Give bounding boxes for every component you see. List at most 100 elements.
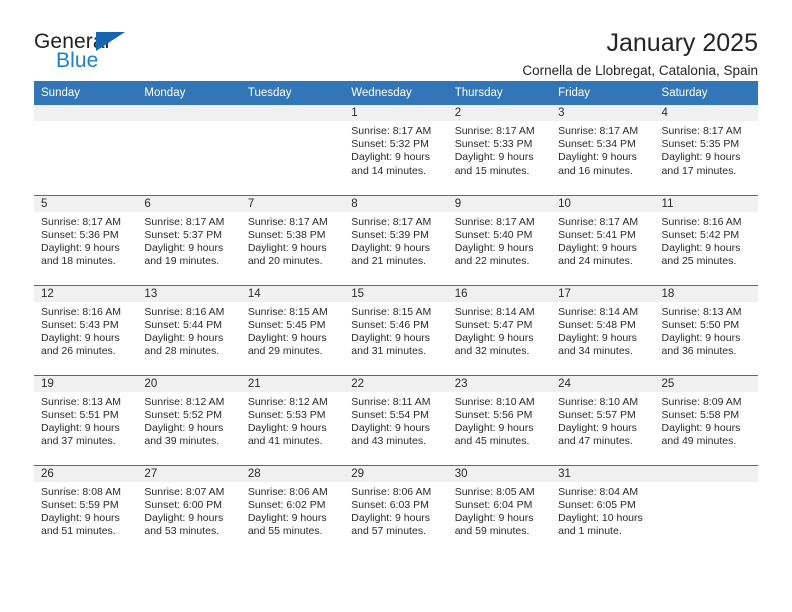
daylight-text-line2: and 55 minutes. (247, 525, 323, 538)
daylight-text-line2: and 34 minutes. (558, 345, 633, 358)
sunrise-text: Sunrise: 8:17 AM (558, 215, 639, 228)
day-cell-inner (654, 465, 758, 556)
calendar-day-cell[interactable]: 20 Sunrise: 8:12 AM Sunset: 5:52 PM Dayligh… (137, 374, 241, 465)
day-details: Sunrise: 8:17 AM Sunset: 5:35 PM Daylight:… (655, 121, 758, 178)
sunrise-text: Sunrise: 8:10 AM (454, 395, 535, 408)
daylight-text-line1: Daylight: 9 hours (41, 511, 120, 524)
sunrise-text: Sunrise: 8:17 AM (351, 215, 432, 228)
daylight-text-line1: Daylight: 9 hours (454, 511, 534, 524)
calendar-day-cell[interactable]: 10 Sunrise: 8:17 AM Sunset: 5:41 PM Dayligh… (551, 194, 655, 285)
calendar-day-cell[interactable]: 18 Sunrise: 8:13 AM Sunset: 5:50 PM Dayligh… (654, 284, 758, 375)
sunrise-text: Sunrise: 8:11 AM (351, 395, 431, 408)
day-number: 29 (344, 465, 448, 482)
sunset-text: Sunset: 5:58 PM (661, 408, 740, 421)
daylight-text-line2: and 15 minutes. (454, 164, 530, 177)
calendar-day-cell[interactable]: 24 Sunrise: 8:10 AM Sunset: 5:57 PM Dayligh… (551, 374, 655, 465)
calendar-day-cell[interactable]: 25 Sunrise: 8:09 AM Sunset: 5:58 PM Dayligh… (654, 374, 758, 465)
sunrise-text: Sunrise: 8:17 AM (454, 125, 535, 137)
day-cell-inner (240, 105, 345, 195)
day-details: Sunrise: 8:17 AM Sunset: 5:34 PM Daylight:… (551, 121, 654, 178)
sunrise-text: Sunrise: 8:09 AM (661, 395, 742, 408)
sunrise-text: Sunrise: 8:17 AM (247, 215, 328, 228)
daylight-text-line1: Daylight: 10 hours (558, 511, 643, 524)
calendar-day-cell[interactable]: 27 Sunrise: 8:07 AM Sunset: 6:00 PM Dayligh… (137, 464, 241, 555)
day-details: Sunrise: 8:17 AM Sunset: 5:40 PM Daylight:… (448, 212, 551, 269)
calendar-day-cell[interactable]: 23 Sunrise: 8:10 AM Sunset: 5:56 PM Dayligh… (447, 374, 552, 465)
calendar-day-cell[interactable]: 4 Sunrise: 8:17 AM Sunset: 5:35 PM Daylight… (654, 105, 758, 195)
calendar-day-cell[interactable]: 16 Sunrise: 8:14 AM Sunset: 5:47 PM Dayligh… (447, 284, 552, 375)
sunrise-text: Sunrise: 8:13 AM (661, 305, 742, 318)
calendar-day-cell[interactable]: 1 Sunrise: 8:17 AM Sunset: 5:32 PM Daylight… (344, 105, 448, 195)
daylight-text-line1: Daylight: 9 hours (351, 151, 431, 164)
sunset-text: Sunset: 5:59 PM (41, 498, 119, 511)
calendar-day-cell[interactable]: 3 Sunrise: 8:17 AM Sunset: 5:34 PM Daylight… (551, 105, 655, 195)
day-details: Sunrise: 8:07 AM Sunset: 6:00 PM Daylight:… (137, 482, 240, 539)
sunset-text: Sunset: 5:38 PM (247, 228, 326, 241)
calendar-day-cell[interactable]: 5 Sunrise: 8:17 AM Sunset: 5:36 PM Daylight… (34, 194, 138, 285)
daylight-text-line1: Daylight: 9 hours (351, 331, 431, 344)
day-details: Sunrise: 8:17 AM Sunset: 5:41 PM Daylight:… (551, 212, 654, 269)
sunrise-text: Sunrise: 8:06 AM (247, 485, 328, 498)
calendar-day-cell[interactable]: 15 Sunrise: 8:15 AM Sunset: 5:46 PM Dayligh… (344, 284, 448, 375)
calendar-day-cell[interactable]: 30 Sunrise: 8:05 AM Sunset: 6:04 PM Dayligh… (447, 464, 552, 555)
brand-logo[interactable]: General Blue (34, 28, 154, 80)
daylight-text-line2: and 14 minutes. (351, 164, 426, 177)
daylight-text-line2: and 57 minutes. (351, 525, 426, 538)
day-details: Sunrise: 8:10 AM Sunset: 5:57 PM Daylight:… (551, 392, 654, 449)
calendar-day-cell[interactable]: 29 Sunrise: 8:06 AM Sunset: 6:03 PM Dayligh… (344, 464, 448, 556)
sunrise-text: Sunrise: 8:07 AM (144, 485, 225, 498)
calendar-week-row: 1 Sunrise: 8:17 AM Sunset: 5:32 PM Daylight… (34, 105, 758, 195)
day-number: 9 (447, 195, 552, 212)
sunrise-text: Sunrise: 8:17 AM (41, 215, 121, 228)
day-cell-inner: 17 Sunrise: 8:14 AM Sunset: 5:48 PM Dayligh… (551, 285, 655, 375)
day-cell-inner: 31 Sunrise: 8:04 AM Sunset: 6:05 PM Dayligh… (551, 465, 655, 556)
daylight-text-line2: and 28 minutes. (144, 345, 220, 358)
day-number (137, 105, 241, 121)
sunset-text: Sunset: 5:51 PM (41, 408, 119, 421)
calendar-day-cell[interactable]: 17 Sunrise: 8:14 AM Sunset: 5:48 PM Dayligh… (551, 284, 655, 375)
calendar-day-cell[interactable]: 7 Sunrise: 8:17 AM Sunset: 5:38 PM Daylight… (240, 194, 345, 285)
sunset-text: Sunset: 5:50 PM (661, 318, 740, 331)
daylight-text-line1: Daylight: 9 hours (247, 511, 327, 524)
day-number: 16 (447, 285, 552, 302)
daylight-text-line1: Daylight: 9 hours (454, 241, 534, 254)
day-details: Sunrise: 8:11 AM Sunset: 5:54 PM Daylight:… (344, 392, 447, 449)
calendar-day-cell[interactable]: 21 Sunrise: 8:12 AM Sunset: 5:53 PM Dayligh… (240, 374, 345, 465)
calendar-day-cell[interactable]: 22 Sunrise: 8:11 AM Sunset: 5:54 PM Dayligh… (344, 374, 448, 465)
daylight-text-line2: and 37 minutes. (41, 435, 116, 448)
sunrise-text: Sunrise: 8:17 AM (144, 215, 225, 228)
daylight-text-line2: and 19 minutes. (144, 255, 220, 268)
weekday-header-tuesday: Tuesday (240, 81, 345, 105)
daylight-text-line1: Daylight: 9 hours (41, 241, 120, 254)
daylight-text-line2: and 21 minutes. (351, 255, 426, 268)
calendar-day-cell[interactable]: 31 Sunrise: 8:04 AM Sunset: 6:05 PM Dayligh… (551, 464, 655, 556)
calendar-day-cell[interactable]: 11 Sunrise: 8:16 AM Sunset: 5:42 PM Dayligh… (654, 194, 758, 285)
calendar-day-cell[interactable]: 19 Sunrise: 8:13 AM Sunset: 5:51 PM Dayligh… (34, 374, 138, 465)
sunset-text: Sunset: 5:37 PM (144, 228, 223, 241)
calendar-day-cell[interactable]: 13 Sunrise: 8:16 AM Sunset: 5:44 PM Dayligh… (137, 284, 241, 375)
calendar-day-cell[interactable]: 2 Sunrise: 8:17 AM Sunset: 5:33 PM Daylight… (447, 105, 552, 195)
calendar-day-cell[interactable]: 6 Sunrise: 8:17 AM Sunset: 5:37 PM Daylight… (137, 194, 241, 285)
calendar-day-cell[interactable]: 26 Sunrise: 8:08 AM Sunset: 5:59 PM Dayligh… (34, 464, 138, 555)
calendar-day-cell[interactable]: 14 Sunrise: 8:15 AM Sunset: 5:45 PM Dayligh… (240, 284, 345, 375)
calendar-header-row: Sunday Monday Tuesday Wednesday Thursday Frid… (34, 81, 758, 105)
day-details: Sunrise: 8:06 AM Sunset: 6:03 PM Daylight:… (344, 482, 447, 539)
calendar-day-cell[interactable]: 12 Sunrise: 8:16 AM Sunset: 5:43 PM Dayligh… (34, 284, 138, 375)
day-number (34, 105, 138, 121)
day-number: 12 (34, 285, 138, 302)
day-cell-inner: 29 Sunrise: 8:06 AM Sunset: 6:03 PM Dayligh… (344, 465, 448, 556)
day-number: 22 (344, 375, 448, 392)
sunrise-text: Sunrise: 8:17 AM (454, 215, 535, 228)
sunrise-text: Sunrise: 8:17 AM (558, 125, 639, 137)
daylight-text-line1: Daylight: 9 hours (558, 151, 637, 164)
daylight-text-line1: Daylight: 9 hours (144, 511, 224, 524)
calendar-day-cell[interactable]: 28 Sunrise: 8:06 AM Sunset: 6:02 PM Dayligh… (240, 464, 345, 555)
calendar-day-cell[interactable]: 8 Sunrise: 8:17 AM Sunset: 5:39 PM Daylight… (344, 194, 448, 285)
day-cell-inner (137, 105, 241, 195)
brand-name-blue: Blue (56, 49, 99, 72)
sunset-text: Sunset: 5:45 PM (247, 318, 326, 331)
calendar-day-cell[interactable]: 9 Sunrise: 8:17 AM Sunset: 5:40 PM Daylight… (447, 194, 552, 285)
sunrise-text: Sunrise: 8:15 AM (351, 305, 432, 318)
calendar-page: General Blue January 2025 Cornella de Ll… (0, 0, 792, 612)
sunset-text: Sunset: 5:47 PM (454, 318, 533, 331)
